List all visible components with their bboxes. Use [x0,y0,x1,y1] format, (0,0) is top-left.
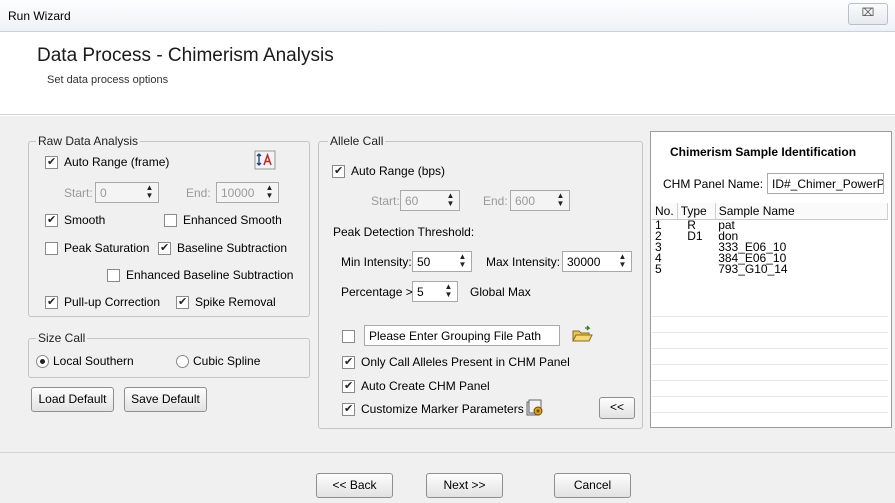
row-sample-name: pat [718,218,735,232]
next-button[interactable]: Next >> [426,473,503,498]
cancel-button[interactable]: Cancel [554,473,631,498]
bps-end-label: End: [483,194,508,208]
back-button[interactable]: << Back [316,473,393,498]
allele-call-legend: Allele Call [328,134,386,148]
folder-open-icon[interactable] [571,325,593,345]
auto-range-tool-icon[interactable] [254,150,276,170]
spinner-icon[interactable]: ▲ ▼ [443,192,458,209]
collapse-button[interactable]: << [599,397,635,419]
local-southern-radio[interactable] [36,355,49,368]
bps-start-label: Start: [371,194,400,208]
auto-range-frame-label: Auto Range (frame) [64,155,170,169]
min-intensity-label: Min Intensity: [341,255,412,269]
auto-range-frame-checkbox[interactable] [45,155,58,169]
bps-start-value: 60 [405,194,419,208]
enhanced-baseline-label: Enhanced Baseline Subtraction [126,268,294,282]
column-header-type[interactable]: Type [677,203,716,220]
row-type [677,264,715,275]
frame-start-input[interactable]: 0 ▲ ▼ [95,182,159,203]
page-subtitle: Set data process options [47,74,169,86]
title-bar [0,0,895,32]
row-type [677,253,715,264]
spike-removal-label: Spike Removal [195,295,276,309]
smooth-checkbox[interactable] [45,213,58,227]
peak-threshold-label: Peak Detection Threshold: [333,225,475,239]
frame-start-value: 0 [100,186,107,200]
enhanced-smooth-checkbox[interactable] [164,214,177,227]
pullup-correction-label: Pull-up Correction [64,295,161,309]
frame-end-label: End: [186,186,211,200]
percentage-label: Percentage > [341,285,413,299]
frame-end-input[interactable]: 10000 ▲ ▼ [216,182,279,203]
customize-marker-checkbox[interactable] [342,402,355,416]
smooth-label: Smooth [64,213,106,227]
save-default-button[interactable]: Save Default [124,387,207,412]
spinner-icon[interactable]: ▲ ▼ [553,192,568,209]
spinner-icon[interactable]: ▲ ▼ [615,253,630,270]
customize-marker-label: Customize Marker Parameters [361,402,524,416]
enhanced-baseline-checkbox[interactable] [107,269,120,282]
grouping-file-path-input[interactable]: Please Enter Grouping File Path [364,325,560,346]
only-call-alleles-label: Only Call Alleles Present in CHM Panel [361,355,570,369]
table-row[interactable]: 5 793_G10_14 [652,262,888,276]
raw-data-analysis-legend: Raw Data Analysis [36,134,141,148]
global-max-label: Global Max [470,285,531,299]
auto-range-bps-label: Auto Range (bps) [351,164,446,178]
frame-end-value: 10000 [221,186,255,200]
auto-create-chm-label: Auto Create CHM Panel [361,379,490,393]
local-southern-label: Local Southern [53,354,134,368]
pullup-correction-checkbox[interactable] [45,295,58,309]
max-intensity-value: 30000 [567,255,601,269]
peak-saturation-label: Peak Saturation [64,241,150,255]
size-call-legend: Size Call [36,331,88,345]
max-intensity-input[interactable]: 30000 ▲ ▼ [562,251,632,272]
cubic-spline-radio[interactable] [176,355,189,368]
baseline-subtraction-checkbox[interactable] [158,241,171,255]
only-call-alleles-checkbox[interactable] [342,355,355,369]
marker-settings-icon[interactable] [526,399,544,417]
percentage-input[interactable]: 5 ▲ ▼ [412,281,458,302]
percentage-value: 5 [417,285,424,299]
max-intensity-label: Max Intensity: [486,255,561,269]
spinner-icon[interactable]: ▲ ▼ [455,253,470,270]
row-type [677,242,715,253]
close-button[interactable]: ⌧ [848,3,888,25]
min-intensity-value: 50 [417,255,431,269]
baseline-subtraction-label: Baseline Subtraction [177,241,288,255]
spinner-icon[interactable]: ▲ ▼ [262,184,277,201]
spinner-icon[interactable]: ▲ ▼ [441,283,456,300]
row-sample-name: 793_G10_14 [718,262,788,276]
grouping-file-checkbox[interactable] [342,330,355,343]
chimerism-title: Chimerism Sample Identification [670,145,857,159]
chm-panel-name-label: CHM Panel Name: [663,177,764,191]
bps-start-input[interactable]: 60 ▲ ▼ [400,190,460,211]
bps-end-value: 600 [515,194,536,208]
sample-table: No. Type Sample Name 1 Rpat 2 D1 don 3 333_E… [652,203,889,276]
empty-table-rows [652,301,888,423]
window-title: Run Wizard [8,9,71,23]
bps-end-input[interactable]: 600 ▲ ▼ [510,190,570,211]
page-title: Data Process - Chimerism Analysis [37,45,334,66]
auto-create-chm-checkbox[interactable] [342,379,355,393]
min-intensity-input[interactable]: 50 ▲ ▼ [412,251,472,272]
cubic-spline-label: Cubic Spline [193,354,261,368]
auto-range-bps-checkbox[interactable] [332,164,345,178]
row-no: 5 [655,262,662,276]
frame-start-label: Start: [64,186,93,200]
column-header-sample-name[interactable]: Sample Name [715,203,889,220]
peak-saturation-checkbox[interactable] [45,242,58,255]
spinner-icon[interactable]: ▲ ▼ [142,184,157,201]
chm-panel-name-input[interactable]: ID#_Chimer_PowerP [767,173,884,194]
row-type: D1 [687,229,703,243]
spike-removal-checkbox[interactable] [176,295,189,309]
load-default-button[interactable]: Load Default [31,387,114,412]
enhanced-smooth-label: Enhanced Smooth [183,213,282,227]
